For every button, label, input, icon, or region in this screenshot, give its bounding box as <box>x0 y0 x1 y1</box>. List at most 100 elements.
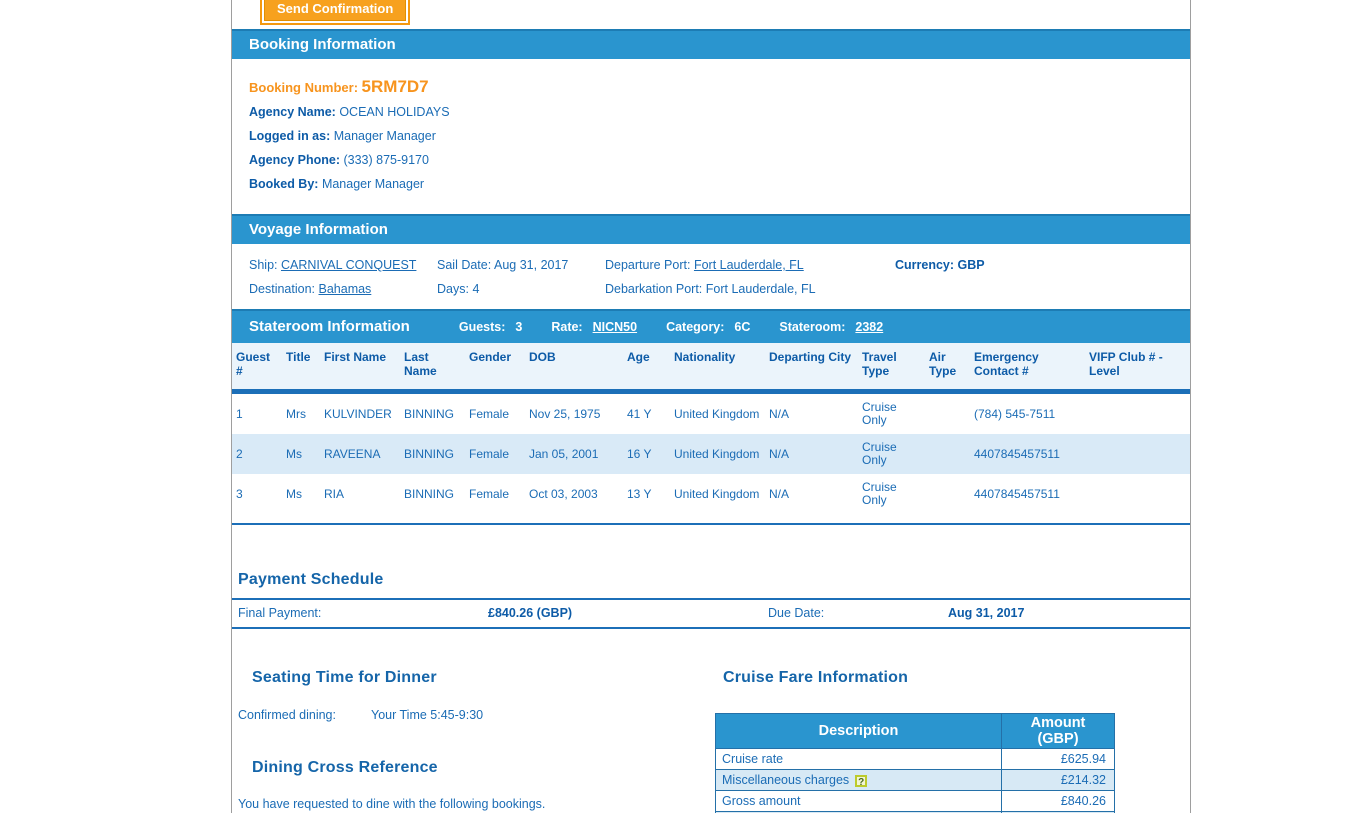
dining-cross-reference-text: You have requested to dine with the foll… <box>238 797 546 811</box>
agency-phone-label: Agency Phone: <box>249 153 340 167</box>
guest-cell: 13 Y <box>627 486 652 501</box>
category-meta: Category: 6C <box>666 320 750 334</box>
guest-table-header: First Name <box>320 343 400 392</box>
agency-name-label: Agency Name: <box>249 105 336 119</box>
guest-table-header: Nationality <box>670 343 765 392</box>
category-value: 6C <box>734 319 751 334</box>
guest-cell: Nov 25, 1975 <box>529 406 601 421</box>
guest-cell: Ms <box>286 486 302 501</box>
seating-time-title: Seating Time for Dinner <box>252 669 437 686</box>
final-payment-label: Final Payment: <box>238 606 322 620</box>
due-date-value: Aug 31, 2017 <box>948 606 1025 620</box>
rate-meta: Rate: NICN50 <box>551 320 637 334</box>
cruise-fare-title: Cruise Fare Information <box>723 669 909 686</box>
fare-description: Cruise rate <box>715 748 1002 770</box>
days-field: Days: 4 <box>437 282 605 297</box>
guest-row-3: 3 Ms RIA BINNING Female Oct 03, 2003 13 … <box>232 474 1190 514</box>
category-label: Category: <box>666 319 725 334</box>
guest-table-head: Guest # Title First Name Last Name Gende… <box>232 343 1190 392</box>
guest-table-header: DOB <box>525 343 623 392</box>
guest-cell: 41 Y <box>627 406 652 421</box>
send-confirmation-button[interactable]: Send Confirmation <box>264 0 407 21</box>
guest-cell: 16 Y <box>627 446 652 461</box>
agency-phone-row: Agency Phone: (333) 875-9170 <box>249 153 1190 168</box>
fare-description-text: Miscellaneous charges <box>722 773 850 787</box>
top-strip: Send Confirmation <box>232 0 1190 29</box>
stateroom-meta: Stateroom: 2382 <box>779 320 883 334</box>
ship-link[interactable]: CARNIVAL CONQUEST <box>281 258 416 272</box>
sail-date-field: Sail Date: Aug 31, 2017 <box>437 258 605 273</box>
guest-cell: Cruise Only <box>862 400 897 427</box>
voyage-information-section: Ship: CARNIVAL CONQUEST Sail Date: Aug 3… <box>232 244 1190 309</box>
booking-information-title: Booking Information <box>249 36 396 53</box>
confirmed-dining-row: Confirmed dining: Your Time 5:45-9:30 <box>238 708 715 722</box>
ship-label: Ship: <box>249 258 278 272</box>
ship-field: Ship: CARNIVAL CONQUEST <box>249 258 437 273</box>
stateroom-information-title: Stateroom Information <box>249 318 410 335</box>
sail-date-label: Sail Date: <box>437 258 492 272</box>
departure-port-label: Departure Port: <box>605 258 691 272</box>
payment-schedule-title: Payment Schedule <box>238 571 384 588</box>
guest-cell: Female <box>469 486 510 501</box>
booking-information-header: Booking Information <box>232 29 1190 59</box>
confirmed-dining-label: Confirmed dining: <box>238 708 336 722</box>
voyage-information-header: Voyage Information <box>232 214 1190 244</box>
guest-table-header-row: Guest # Title First Name Last Name Gende… <box>232 343 1190 392</box>
destination-field: Destination: Bahamas <box>249 282 437 297</box>
booking-number-row: Booking Number: 5RM7D7 <box>249 77 1190 96</box>
guest-cell: Mrs <box>286 406 306 421</box>
stateroom-information-header: Stateroom Information Guests: 3 Rate: NICN… <box>232 309 1190 343</box>
agency-name-row: Agency Name: OCEAN HOLIDAYS <box>249 105 1190 120</box>
stateroom-number-link[interactable]: 2382 <box>855 320 883 334</box>
guest-cell: 4407845457511 <box>974 486 1060 501</box>
sail-date-value: Aug 31, 2017 <box>494 258 569 272</box>
debarkation-port-label: Debarkation Port: <box>605 282 703 296</box>
debarkation-port-field: Debarkation Port: Fort Lauderdale, FL <box>605 282 895 297</box>
guest-table-header: Travel Type <box>858 343 925 392</box>
guest-cell <box>1085 474 1190 514</box>
fare-amount: £625.94 <box>1001 748 1115 770</box>
guest-table-header: Guest # <box>232 343 282 392</box>
guest-cell: United Kingdom <box>674 446 760 461</box>
booking-information-section: Booking Number: 5RM7D7 Agency Name: OCEA… <box>232 59 1190 214</box>
voyage-information-title: Voyage Information <box>249 221 388 238</box>
guest-table-header: Gender <box>465 343 525 392</box>
guest-cell: BINNING <box>404 446 455 461</box>
logged-in-as-row: Logged in as: Manager Manager <box>249 129 1190 144</box>
guest-row-1: 1 Mrs KULVINDER BINNING Female Nov 25, 1… <box>232 392 1190 435</box>
guest-cell: United Kingdom <box>674 486 760 501</box>
guest-cell: 1 <box>236 406 243 421</box>
help-icon[interactable]: ? <box>855 775 868 788</box>
bottom-columns: Seating Time for Dinner Confirmed dining… <box>232 669 1190 813</box>
guest-cell: N/A <box>769 486 790 501</box>
guest-cell: RIA <box>324 486 345 501</box>
guest-cell <box>1085 434 1190 474</box>
guest-cell: 4407845457511 <box>974 446 1060 461</box>
guest-cell: BINNING <box>404 406 455 421</box>
rate-link[interactable]: NICN50 <box>593 320 637 334</box>
divider <box>232 627 1190 629</box>
fare-row-gross-amount: Gross amount £840.26 <box>715 790 1115 812</box>
cruise-fare-header-row: Description Amount (GBP) <box>715 713 1115 749</box>
cruise-fare-table: Description Amount (GBP) Cruise rate £62… <box>715 713 1115 813</box>
booking-number-value: 5RM7D7 <box>361 77 429 96</box>
guests-meta: Guests: 3 <box>459 320 523 334</box>
guest-table-header: Emergency Contact # <box>970 343 1085 392</box>
departure-port-link[interactable]: Fort Lauderdale, FL <box>694 258 804 272</box>
guest-table-header: Last Name <box>400 343 465 392</box>
guest-cell: Ms <box>286 446 302 461</box>
payment-schedule-row: Final Payment: £840.26 (GBP) Due Date: A… <box>232 600 1190 627</box>
booking-number-label: Booking Number: <box>249 80 359 95</box>
cruise-fare-table-head: Description Amount (GBP) <box>715 713 1115 749</box>
guests-label: Guests: <box>458 319 506 334</box>
guest-cell <box>925 434 970 474</box>
guest-cell: Female <box>469 446 510 461</box>
fare-amount: £840.26 <box>1001 790 1115 812</box>
guest-cell: 2 <box>236 446 243 461</box>
destination-link[interactable]: Bahamas <box>319 282 372 296</box>
guest-cell: Cruise Only <box>862 480 897 507</box>
guest-cell: BINNING <box>404 486 455 501</box>
guest-table-header: Title <box>282 343 320 392</box>
stateroom-number-label: Stateroom: <box>779 319 846 334</box>
guest-table-header: Air Type <box>925 343 970 392</box>
